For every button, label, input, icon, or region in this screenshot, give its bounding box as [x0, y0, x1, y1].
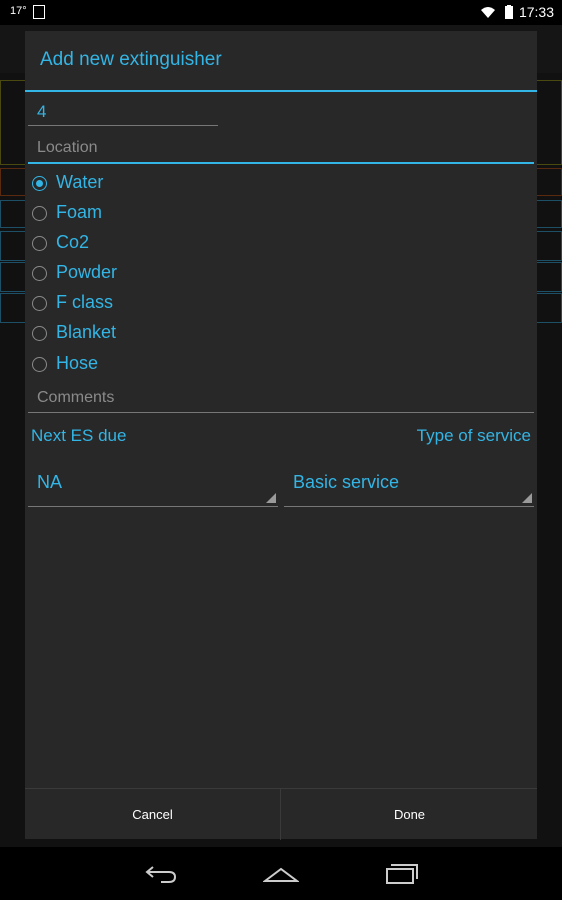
comments-field-placeholder: Comments [37, 389, 115, 406]
comments-field[interactable]: Comments [28, 386, 534, 413]
radio-foam[interactable]: Foam [32, 199, 332, 229]
title-divider [25, 90, 537, 92]
type-of-service-spinner[interactable]: Basic service [284, 461, 534, 507]
wifi-icon [481, 7, 495, 18]
status-bar: 17° 17:33 [0, 0, 562, 25]
dialog-title: Add new extinguisher [40, 49, 222, 70]
dropdown-arrow-icon [266, 493, 276, 503]
radio-label: F class [56, 292, 114, 312]
recent-apps-icon[interactable] [383, 861, 419, 885]
dialog-button-bar: Cancel Done [25, 788, 537, 840]
radio-button-icon [32, 236, 47, 251]
radio-button-icon [32, 206, 47, 221]
cancel-button[interactable]: Cancel [25, 789, 280, 840]
radio-powder[interactable]: Powder [32, 259, 332, 289]
radio-label: Water [56, 172, 104, 192]
location-field-placeholder: Location [37, 139, 98, 156]
radio-co2[interactable]: Co2 [32, 229, 332, 259]
next-es-due-spinner[interactable]: NA [28, 461, 278, 507]
location-field[interactable]: Location [28, 136, 534, 164]
home-icon[interactable] [263, 861, 299, 885]
clock-text: 17:33 [518, 4, 554, 20]
radio-label: Foam [56, 202, 103, 222]
battery-icon [505, 5, 513, 19]
radio-label: Blanket [56, 322, 117, 342]
add-extinguisher-dialog: Add new extinguisher 4 Location Water Fo… [25, 31, 537, 840]
type-of-service-value: Basic service [293, 472, 400, 492]
radio-label: Co2 [56, 232, 90, 252]
number-field-value: 4 [37, 102, 47, 121]
notification-icon [33, 5, 45, 19]
radio-label: Hose [56, 353, 99, 373]
radio-water[interactable]: Water [32, 169, 332, 199]
radio-button-icon [32, 176, 47, 191]
navigation-bar [0, 847, 562, 900]
back-icon[interactable] [143, 861, 179, 885]
radio-button-icon [32, 296, 47, 311]
dropdown-arrow-icon [522, 493, 532, 503]
radio-label: Powder [56, 262, 118, 282]
radio-button-icon [32, 266, 47, 281]
next-es-due-value: NA [37, 472, 63, 492]
button-divider [280, 789, 281, 840]
radio-button-icon [32, 326, 47, 341]
done-button[interactable]: Done [282, 789, 537, 840]
radio-hose[interactable]: Hose [32, 350, 332, 380]
next-es-due-label: Next ES due [31, 426, 127, 445]
radio-button-icon [32, 357, 47, 372]
temperature-text: 17° [10, 5, 27, 17]
type-of-service-label: Type of service [416, 426, 531, 445]
number-field[interactable]: 4 [28, 99, 218, 126]
radio-blanket[interactable]: Blanket [32, 319, 332, 349]
radio-f-class[interactable]: F class [32, 289, 332, 319]
